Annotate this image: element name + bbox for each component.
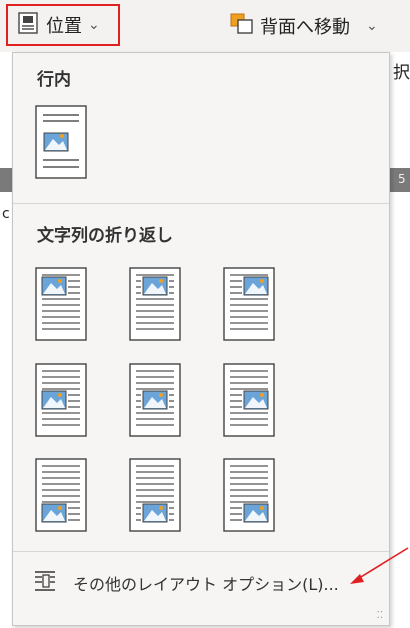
wrap-option-bottom-left[interactable] (35, 458, 87, 532)
document-band: 5 (390, 168, 410, 192)
wrap-option-middle-left[interactable] (35, 363, 87, 437)
wrap-option-middle-right[interactable] (223, 363, 275, 437)
send-backward-label: 背面へ移動 (260, 17, 350, 38)
position-dropdown: 行内 文字列の折り返し その他のレイアウト オプション(L)... ⁚⁚ (12, 52, 390, 626)
wrap-option-middle-center[interactable] (129, 363, 181, 437)
wrap-option-top-center[interactable] (129, 267, 181, 341)
wrap-option-top-left[interactable] (35, 267, 87, 341)
more-layout-options-button[interactable]: その他のレイアウト オプション(L)... (33, 563, 339, 603)
resize-grip-icon[interactable]: ⁚⁚ (377, 610, 383, 621)
edge-char-c: c (2, 206, 10, 222)
section-divider (13, 551, 389, 552)
chevron-down-icon: ⌄ (366, 18, 378, 34)
wrap-option-bottom-center[interactable] (129, 458, 181, 532)
wrap-option-bottom-right[interactable] (223, 458, 275, 532)
wrap-layout-icon (35, 458, 87, 532)
more-layout-options-label: その他のレイアウト オプション(L)... (73, 575, 339, 594)
layout-options-icon (33, 570, 57, 596)
ribbon: 位置 ⌄ 背面へ移動 ⌄ (0, 0, 410, 52)
wrap-layout-icon (35, 267, 87, 341)
inline-layout-icon (35, 105, 87, 179)
wrap-section-title: 文字列の折り返し (37, 226, 173, 246)
inline-with-text-option[interactable] (35, 105, 87, 179)
wrap-layout-icon (129, 458, 181, 532)
chevron-down-icon: ⌄ (88, 17, 100, 33)
inline-section-title: 行内 (37, 70, 71, 90)
position-button[interactable]: 位置 ⌄ (6, 4, 120, 46)
wrap-layout-icon (35, 363, 87, 437)
send-backward-button[interactable]: 背面へ移動 ⌄ (230, 8, 378, 44)
document-band (0, 168, 12, 192)
wrap-layout-icon (129, 363, 181, 437)
position-button-label: 位置 (46, 16, 82, 37)
edge-char-number: 5 (398, 172, 406, 186)
wrap-layout-icon (223, 363, 275, 437)
section-divider (13, 203, 389, 204)
wrap-layout-icon (223, 267, 275, 341)
position-icon (18, 12, 38, 38)
wrap-layout-icon (129, 267, 181, 341)
wrap-option-top-right[interactable] (223, 267, 275, 341)
wrap-layout-icon (223, 458, 275, 532)
edge-char-select: 択 (393, 63, 410, 83)
send-backward-icon (230, 13, 254, 39)
